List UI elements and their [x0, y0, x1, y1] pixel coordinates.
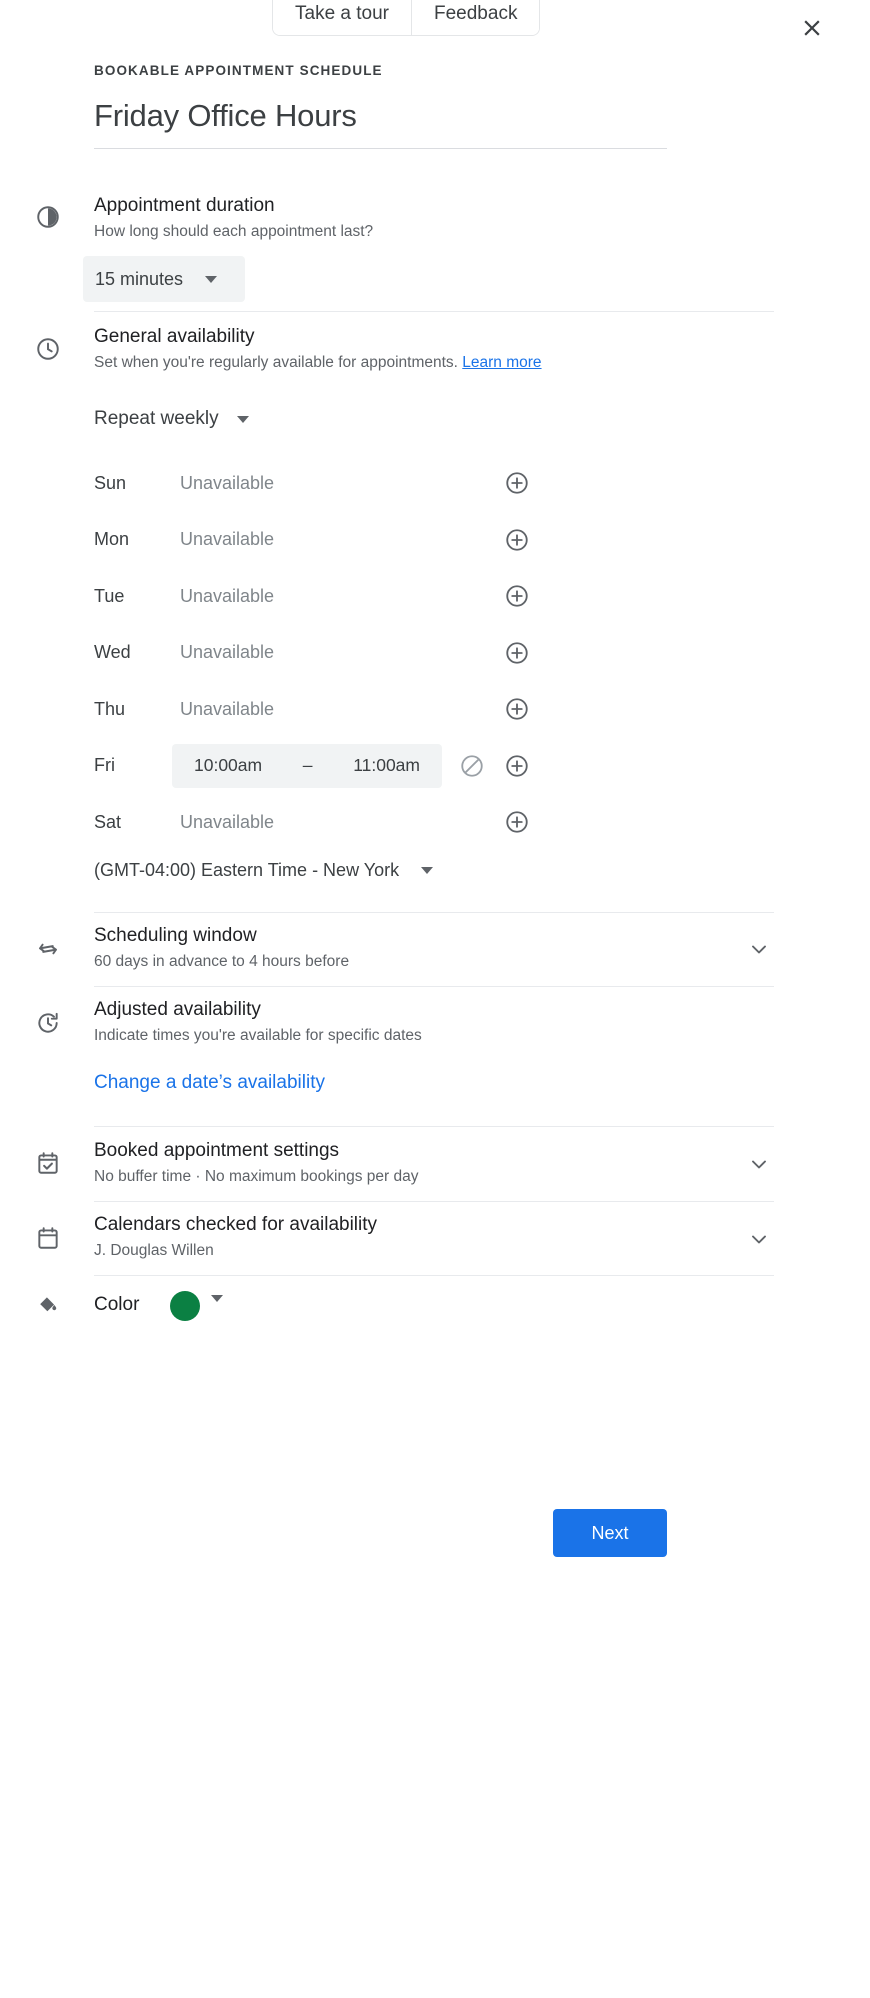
change-date-availability-link[interactable]: Change a date’s availability — [94, 1072, 325, 1094]
duration-value: 15 minutes — [95, 268, 184, 289]
color-label: Color — [94, 1294, 140, 1315]
take-a-tour-tab[interactable]: Take a tour — [273, 0, 411, 35]
chevron-down-icon — [752, 1160, 766, 1169]
divider-calendars-checked — [94, 1275, 774, 1276]
paint-bucket-icon — [34, 1291, 62, 1319]
table-row: Tue Unavailable — [0, 568, 870, 625]
table-row: Wed Unavailable — [0, 625, 870, 682]
adjusted-availability-subtitle: Indicate times you're available for spec… — [94, 1027, 422, 1044]
appointment-schedule-dialog: Take a tour Feedback BOOKABLE APPOINTMEN… — [0, 0, 870, 1998]
day-label: Sat — [94, 811, 122, 832]
divider-duration — [94, 311, 774, 312]
add-circle-icon — [506, 811, 528, 833]
next-button[interactable]: Next — [553, 1509, 667, 1557]
day-status: Unavailable — [180, 698, 275, 719]
booked-settings-subtitle: No buffer time · No maximum bookings per… — [94, 1168, 419, 1185]
title-underline — [94, 148, 667, 149]
schedule-type-eyebrow: BOOKABLE APPOINTMENT SCHEDULE — [94, 63, 383, 78]
chevron-down-icon — [211, 1295, 223, 1319]
close-icon — [804, 20, 820, 36]
table-row: Sat Unavailable — [0, 794, 870, 851]
add-circle-icon — [506, 472, 528, 494]
add-time-button[interactable] — [502, 581, 532, 611]
add-circle-icon — [506, 698, 528, 720]
add-circle-icon — [506, 642, 528, 664]
day-status: Unavailable — [180, 642, 275, 663]
chevron-down-icon — [752, 1235, 766, 1244]
chevron-down-icon — [752, 945, 766, 954]
day-label: Mon — [94, 529, 130, 550]
end-time-value[interactable]: 11:00am — [353, 755, 420, 776]
calendars-checked-title: Calendars checked for availability — [94, 1214, 378, 1235]
calendar-icon — [34, 1224, 62, 1252]
booked-settings-expand-button[interactable] — [744, 1149, 774, 1179]
adjusted-availability-title: Adjusted availability — [94, 999, 261, 1020]
chevron-down-icon — [205, 275, 218, 283]
add-circle-icon — [506, 529, 528, 551]
day-label: Thu — [94, 698, 126, 719]
clock-icon — [34, 335, 62, 363]
add-circle-icon — [506, 755, 528, 777]
divider-booked-settings — [94, 1201, 774, 1202]
duration-subtitle: How long should each appointment last? — [94, 223, 374, 240]
repeat-select[interactable]: Repeat weekly — [94, 408, 249, 430]
timezone-value: (GMT-04:00) Eastern Time - New York — [94, 860, 400, 880]
day-status: Unavailable — [180, 529, 275, 550]
divider-adjusted-availability — [94, 1126, 774, 1127]
day-label: Sun — [94, 472, 127, 493]
chevron-down-icon — [421, 867, 434, 874]
table-row: Sun Unavailable — [0, 455, 870, 512]
general-availability-subtitle: Set when you're regularly available for … — [94, 354, 542, 372]
divider-general-availability — [94, 912, 774, 913]
color-swatch[interactable] — [170, 1291, 200, 1321]
table-row: Mon Unavailable — [0, 512, 870, 569]
duration-title: Appointment duration — [94, 195, 275, 216]
add-time-button[interactable] — [502, 468, 532, 498]
add-time-button[interactable] — [502, 751, 532, 781]
day-label: Wed — [94, 642, 131, 663]
compare-arrows-icon — [34, 935, 62, 963]
time-range-dash: – — [302, 755, 313, 776]
calendars-checked-expand-button[interactable] — [744, 1224, 774, 1254]
schedule-title[interactable]: Friday Office Hours — [94, 98, 357, 134]
close-button[interactable] — [794, 10, 830, 46]
remove-time-button[interactable] — [457, 751, 487, 781]
day-status: Unavailable — [180, 811, 275, 832]
color-dropdown-button[interactable] — [211, 1295, 223, 1320]
add-time-button[interactable] — [502, 807, 532, 837]
booked-settings-title: Booked appointment settings — [94, 1140, 340, 1161]
feedback-tab[interactable]: Feedback — [411, 0, 540, 35]
add-time-button[interactable] — [502, 694, 532, 724]
scheduling-window-expand-button[interactable] — [744, 934, 774, 964]
add-circle-icon — [506, 585, 528, 607]
scheduling-window-title: Scheduling window — [94, 925, 257, 946]
day-label: Fri — [94, 755, 115, 776]
duration-select[interactable]: 15 minutes — [83, 256, 245, 302]
timezone-select[interactable]: (GMT-04:00) Eastern Time - New York — [94, 860, 434, 881]
chevron-down-icon — [236, 415, 249, 423]
update-clock-icon — [34, 1009, 62, 1037]
table-row: Thu Unavailable — [0, 681, 870, 738]
start-time-value[interactable]: 10:00am — [194, 755, 262, 776]
weekly-availability-list: Sun Unavailable Mon Unavailable Tue Unav… — [0, 455, 870, 851]
day-status: Unavailable — [180, 472, 275, 493]
general-availability-subtitle-text: Set when you're regularly available for … — [94, 354, 463, 371]
scheduling-window-subtitle: 60 days in advance to 4 hours before — [94, 953, 350, 970]
block-circle-icon — [461, 755, 483, 777]
duration-icon — [34, 203, 62, 231]
general-availability-title: General availability — [94, 326, 255, 347]
add-time-button[interactable] — [502, 638, 532, 668]
day-status: Unavailable — [180, 585, 275, 606]
day-label: Tue — [94, 585, 125, 606]
calendars-checked-subtitle: J. Douglas Willen — [94, 1242, 214, 1259]
time-range-field[interactable]: 10:00am – 11:00am — [172, 743, 442, 788]
divider-scheduling-window — [94, 986, 774, 987]
add-time-button[interactable] — [502, 525, 532, 555]
learn-more-link[interactable]: Learn more — [462, 354, 541, 371]
repeat-value: Repeat weekly — [94, 408, 219, 429]
event-available-icon — [34, 1149, 62, 1177]
table-row: Fri 10:00am – 11:00am — [0, 738, 870, 795]
top-tab-bar: Take a tour Feedback — [272, 0, 541, 36]
